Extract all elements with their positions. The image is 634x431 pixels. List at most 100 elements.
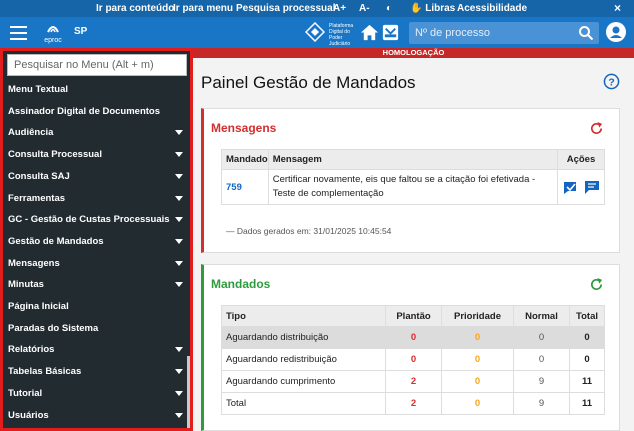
messages-table: Mandado Mensagem Ações 759 Certificar no… — [221, 149, 605, 205]
prioridade-cell[interactable]: 0 — [441, 370, 514, 393]
sidebar-item-label: Paradas do Sistema — [8, 322, 99, 334]
sidebar-item[interactable]: Relatórios — [3, 340, 186, 360]
sidebar-item[interactable]: Minutas — [3, 275, 186, 295]
normal-cell[interactable]: 0 — [513, 348, 570, 371]
process-search-box — [409, 22, 599, 44]
column-header-acoes: Ações — [557, 149, 605, 170]
refresh-mandados-icon[interactable] — [589, 277, 604, 292]
menu-search-box — [7, 54, 187, 76]
accessibility-bar: Ir para conteúdo Ir para menu Pesquisa p… — [0, 0, 634, 17]
total-cell[interactable]: 0 — [569, 348, 605, 371]
sidebar-item-label: Usuários — [8, 409, 49, 421]
normal-cell[interactable]: 0 — [513, 326, 570, 349]
sidebar-scrollbar[interactable] — [187, 356, 190, 428]
prioridade-cell[interactable]: 0 — [441, 392, 514, 415]
chevron-down-icon — [175, 152, 183, 158]
home-icon[interactable] — [360, 23, 379, 42]
table-row: Aguardando cumprimento 2 0 9 11 — [221, 370, 605, 393]
sidebar-item[interactable]: Gestão de Mandados — [3, 232, 186, 252]
user-avatar-icon[interactable] — [606, 22, 626, 42]
sidebar-item-label: Consulta SAJ — [8, 170, 70, 182]
plantao-cell[interactable]: 0 — [385, 348, 442, 371]
search-icon[interactable] — [578, 25, 594, 41]
skip-to-content-link[interactable]: Ir para conteúdo — [96, 3, 174, 14]
total-cell[interactable]: 0 — [569, 326, 605, 349]
sidebar-item[interactable]: Menu Textual — [3, 80, 186, 100]
table-row: Aguardando distribuição 0 0 0 0 — [221, 326, 605, 349]
sidebar-item[interactable]: Mensagens — [3, 254, 186, 274]
sidebar-item[interactable]: Consulta Processual — [3, 145, 186, 165]
sidebar-item-label: Consulta Processual — [8, 149, 102, 161]
total-cell[interactable]: 11 — [569, 392, 605, 415]
plantao-cell[interactable]: 2 — [385, 370, 442, 393]
column-header-normal: Normal — [513, 305, 570, 327]
process-search-link[interactable]: Pesquisa processual — [236, 3, 336, 14]
table-row: 759 Certificar novamente, eis que faltou… — [221, 169, 605, 205]
increase-font-button[interactable]: A+ — [333, 3, 346, 14]
process-number-input[interactable] — [409, 22, 577, 44]
sidebar-item[interactable]: Consulta SAJ — [3, 167, 186, 187]
libras-label: Libras — [425, 3, 456, 14]
sidebar-item[interactable]: Usuários — [3, 406, 186, 426]
normal-cell[interactable]: 9 — [513, 370, 570, 393]
actions-cell — [557, 169, 605, 205]
column-header-plantao: Plantão — [385, 305, 442, 327]
svg-text:?: ? — [608, 77, 614, 88]
sidebar-menu: Menu Textual Assinador Digital de Documen… — [0, 48, 193, 431]
tj-platform-text: Plataforma Digital do Poder Judiciário — [329, 23, 354, 47]
sidebar-item-label: Gestão de Mandados — [8, 235, 104, 247]
column-header-tipo: Tipo — [221, 305, 386, 327]
menu-search-input[interactable] — [8, 55, 186, 75]
chevron-down-icon — [175, 130, 183, 136]
sidebar-item[interactable]: Tutorial — [3, 384, 186, 404]
chevron-down-icon — [175, 390, 183, 396]
mandado-link[interactable]: 759 — [221, 169, 269, 205]
mandados-card-title: Mandados — [211, 277, 271, 291]
sidebar-item-label: Ferramentas — [8, 192, 66, 204]
reply-message-icon[interactable] — [584, 180, 600, 195]
decrease-font-button[interactable]: A- — [359, 3, 370, 14]
plantao-cell[interactable]: 2 — [385, 392, 442, 415]
accessibility-link[interactable]: Acessibilidade — [457, 3, 527, 14]
tj-platform-logo — [305, 22, 325, 42]
sidebar-item-label: GC - Gestão de Custas Processuais — [8, 214, 170, 226]
header: eproc SP Plataforma Digital do Poder Jud… — [0, 17, 634, 48]
refresh-messages-icon[interactable] — [589, 121, 604, 136]
sidebar-item[interactable]: GC - Gestão de Custas Processuais — [3, 210, 186, 230]
close-bar-button[interactable]: × — [614, 1, 621, 15]
help-icon[interactable]: ? — [603, 73, 620, 90]
sidebar-item-label: Assinador Digital de Documentos — [8, 105, 161, 117]
main-content: Painel Gestão de Mandados ? Mensagens Ma… — [193, 58, 634, 431]
environment-banner: HOMOLOGAÇÃO — [193, 48, 634, 58]
sidebar-item-label: Relatórios — [8, 344, 55, 356]
chevron-down-icon — [175, 238, 183, 244]
hamburger-menu-icon[interactable] — [10, 26, 27, 40]
mandados-table: Tipo Plantão Prioridade Normal Total Agu… — [221, 305, 605, 415]
sidebar-item[interactable]: Paradas do Sistema — [3, 319, 186, 339]
inbox-icon[interactable] — [381, 23, 400, 42]
sidebar-item[interactable]: Audiência — [3, 123, 186, 143]
chevron-down-icon — [175, 260, 183, 266]
column-header-total: Total — [569, 305, 605, 327]
chevron-down-icon — [175, 412, 183, 418]
certify-icon[interactable] — [562, 180, 578, 195]
skip-to-menu-link[interactable]: Ir para menu — [173, 3, 233, 14]
prioridade-cell[interactable]: 0 — [441, 326, 514, 349]
chevron-down-icon — [175, 282, 183, 288]
sidebar-item[interactable]: Ferramentas — [3, 189, 186, 209]
plantao-cell[interactable]: 0 — [385, 326, 442, 349]
sidebar-item[interactable]: Página Inicial — [3, 297, 186, 317]
tipo-cell: Total — [221, 392, 386, 415]
contrast-toggle-icon[interactable]: ◐ — [386, 3, 392, 14]
tipo-cell: Aguardando redistribuição — [221, 348, 386, 371]
normal-cell[interactable]: 9 — [513, 392, 570, 415]
sidebar-item[interactable]: Assinador Digital de Documentos — [3, 102, 186, 122]
prioridade-cell[interactable]: 0 — [441, 348, 514, 371]
sidebar-item-label: Página Inicial — [8, 301, 69, 312]
table-row: Total 2 0 9 11 — [221, 392, 605, 415]
column-header-prioridade: Prioridade — [441, 305, 514, 327]
libras-link[interactable]: ✋ Libras — [410, 3, 455, 14]
messages-card-title: Mensagens — [211, 121, 277, 135]
total-cell[interactable]: 11 — [569, 370, 605, 393]
sidebar-item[interactable]: Tabelas Básicas — [3, 362, 186, 382]
